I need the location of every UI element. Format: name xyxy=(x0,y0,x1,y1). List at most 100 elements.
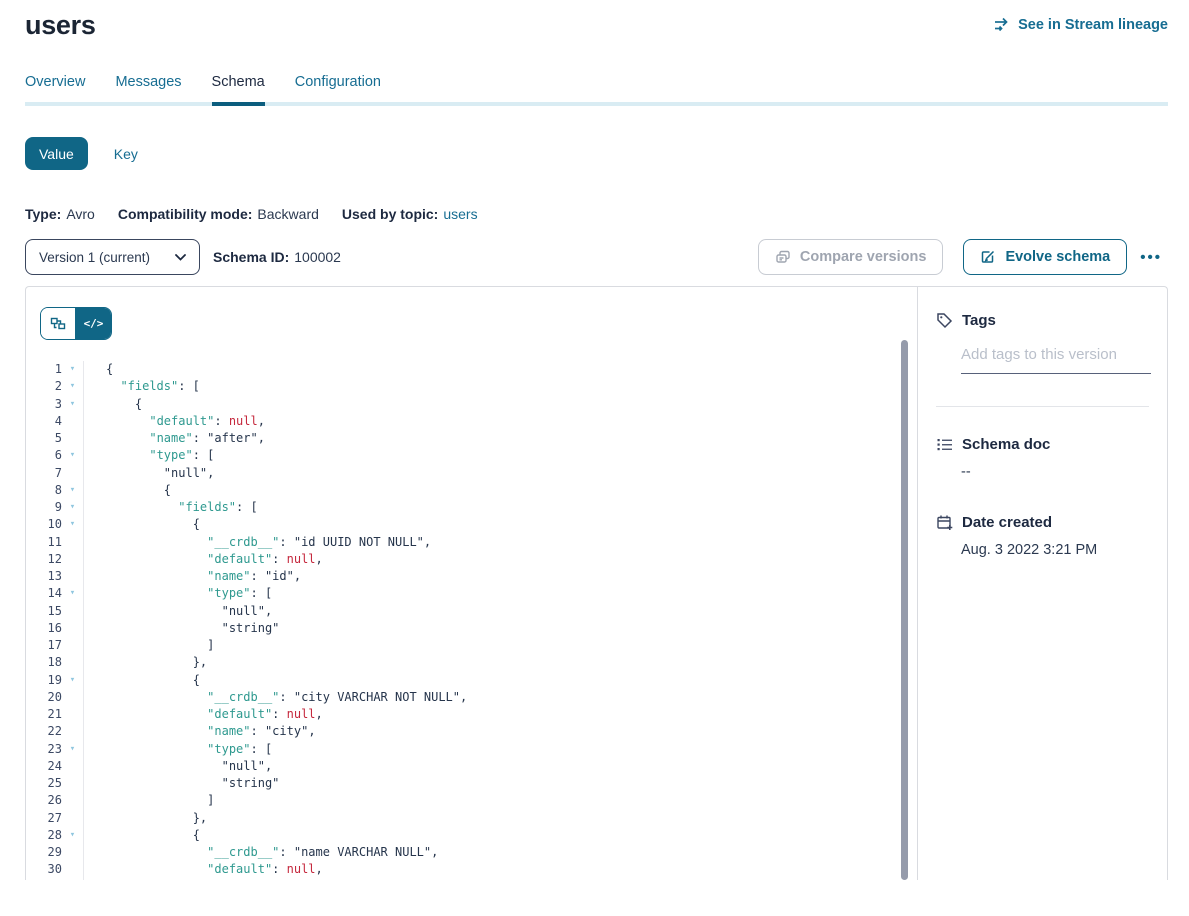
code-lines: 1▾{2▾"fields": [3▾{4"default": null,5"na… xyxy=(26,361,917,880)
code-line-content: "__crdb__": "name VARCHAR NULL", xyxy=(83,844,917,861)
see-in-stream-lineage-link[interactable]: See in Stream lineage xyxy=(994,17,1168,33)
line-number: 4 xyxy=(26,413,62,430)
doc-list-icon xyxy=(936,436,953,453)
page: users See in Stream lineage Overview Mes… xyxy=(0,0,1189,880)
code-line-content: "default": null, xyxy=(83,413,917,430)
tab-overview[interactable]: Overview xyxy=(25,74,85,102)
fold-spacer xyxy=(62,758,83,775)
date-created-section: Date created Aug. 3 2022 3:21 PM xyxy=(936,514,1149,558)
line-number: 10 xyxy=(26,516,62,533)
evolve-schema-button[interactable]: Evolve schema xyxy=(963,239,1127,275)
compare-versions-button[interactable]: Compare versions xyxy=(758,239,944,275)
schema-id: Schema ID:100002 xyxy=(213,249,341,265)
fold-spacer xyxy=(62,844,83,861)
code-line-content: "default": null, xyxy=(83,706,917,723)
code-line-content: { xyxy=(83,396,917,413)
fold-toggle-icon[interactable]: ▾ xyxy=(62,516,83,533)
add-tags-input[interactable] xyxy=(961,344,1151,374)
code-line: 13"name": "id", xyxy=(26,568,917,585)
line-number: 9 xyxy=(26,499,62,516)
key-toggle-button[interactable]: Key xyxy=(114,146,138,162)
code-line: 31"name": "name", xyxy=(26,879,917,881)
line-number: 24 xyxy=(26,758,62,775)
code-line: 18}, xyxy=(26,654,917,671)
sidebar-divider xyxy=(936,406,1149,407)
compare-versions-icon xyxy=(775,249,791,265)
calendar-plus-icon xyxy=(936,514,953,531)
tab-messages[interactable]: Messages xyxy=(115,74,181,102)
used-by-topic-label: Used by topic: xyxy=(342,206,438,222)
line-number: 28 xyxy=(26,827,62,844)
code-view-icon: </> xyxy=(84,317,104,330)
fold-toggle-icon[interactable]: ▾ xyxy=(62,361,83,378)
fold-toggle-icon[interactable]: ▾ xyxy=(62,672,83,689)
line-number: 16 xyxy=(26,620,62,637)
code-line: 21 "default": null, xyxy=(26,706,917,723)
tab-configuration[interactable]: Configuration xyxy=(295,74,381,102)
code-line: 23▾"type": [ xyxy=(26,741,917,758)
fold-toggle-icon[interactable]: ▾ xyxy=(62,447,83,464)
schema-meta-row: Type:Avro Compatibility mode:Backward Us… xyxy=(25,206,1168,222)
fold-toggle-icon[interactable]: ▾ xyxy=(62,827,83,844)
line-number: 15 xyxy=(26,603,62,620)
value-key-toggle: Value Key xyxy=(25,137,1168,170)
fold-spacer xyxy=(62,534,83,551)
tab-schema[interactable]: Schema xyxy=(212,74,265,102)
line-number: 11 xyxy=(26,534,62,551)
code-view-button[interactable]: </> xyxy=(76,308,111,339)
value-toggle-button[interactable]: Value xyxy=(25,137,88,170)
code-line-content: ] xyxy=(83,792,917,809)
code-line-content: "__crdb__": "id UUID NOT NULL", xyxy=(83,534,917,551)
more-actions-button[interactable]: ••• xyxy=(1134,249,1168,266)
code-line-content: "null", xyxy=(83,603,917,620)
code-line-content: }, xyxy=(83,654,917,671)
code-line-content: "null", xyxy=(83,758,917,775)
code-line-content: "null", xyxy=(83,465,917,482)
line-number: 17 xyxy=(26,637,62,654)
code-line: 22"name": "city", xyxy=(26,723,917,740)
fold-toggle-icon[interactable]: ▾ xyxy=(62,482,83,499)
schema-doc-section: Schema doc -- xyxy=(936,436,1149,480)
tree-view-button[interactable] xyxy=(41,308,76,339)
code-line: 29 "__crdb__": "name VARCHAR NULL", xyxy=(26,844,917,861)
code-line: 9▾"fields": [ xyxy=(26,499,917,516)
code-line-content: "fields": [ xyxy=(83,378,917,395)
code-line-content: "type": [ xyxy=(83,447,917,464)
topic-link[interactable]: users xyxy=(443,206,477,222)
line-number: 21 xyxy=(26,706,62,723)
fold-toggle-icon[interactable]: ▾ xyxy=(62,499,83,516)
fold-toggle-icon[interactable]: ▾ xyxy=(62,378,83,395)
fold-toggle-icon[interactable]: ▾ xyxy=(62,396,83,413)
code-line-content: "name": "after", xyxy=(83,430,917,447)
code-line: 20"__crdb__": "city VARCHAR NOT NULL", xyxy=(26,689,917,706)
line-number: 7 xyxy=(26,465,62,482)
version-select[interactable]: Version 1 (current) xyxy=(25,239,200,275)
fold-spacer xyxy=(62,689,83,706)
code-line: 4 "default": null, xyxy=(26,413,917,430)
code-line-content: "string" xyxy=(83,620,917,637)
line-number: 29 xyxy=(26,844,62,861)
page-title: users xyxy=(25,10,96,41)
line-number: 25 xyxy=(26,775,62,792)
fold-spacer xyxy=(62,620,83,637)
line-number: 27 xyxy=(26,810,62,827)
code-line: 2▾"fields": [ xyxy=(26,378,917,395)
fold-spacer xyxy=(62,603,83,620)
fold-toggle-icon[interactable]: ▾ xyxy=(62,741,83,758)
fold-spacer xyxy=(62,775,83,792)
code-line: 25"string" xyxy=(26,775,917,792)
schema-editor[interactable]: </> 1▾{2▾"fields": [3▾{4"default": null,… xyxy=(26,287,917,880)
fold-toggle-icon[interactable]: ▾ xyxy=(62,585,83,602)
fold-spacer xyxy=(62,810,83,827)
details-sidebar: Tags Schema doc -- xyxy=(917,287,1167,880)
see-in-stream-lineage-label: See in Stream lineage xyxy=(1018,17,1168,33)
line-number: 31 xyxy=(26,879,62,881)
line-number: 14 xyxy=(26,585,62,602)
schema-doc-title: Schema doc xyxy=(962,436,1050,453)
schema-id-value: 100002 xyxy=(294,249,341,265)
vertical-scrollbar[interactable] xyxy=(901,340,908,880)
line-number: 30 xyxy=(26,861,62,878)
fold-spacer xyxy=(62,706,83,723)
line-number: 8 xyxy=(26,482,62,499)
code-line: 11 "__crdb__": "id UUID NOT NULL", xyxy=(26,534,917,551)
